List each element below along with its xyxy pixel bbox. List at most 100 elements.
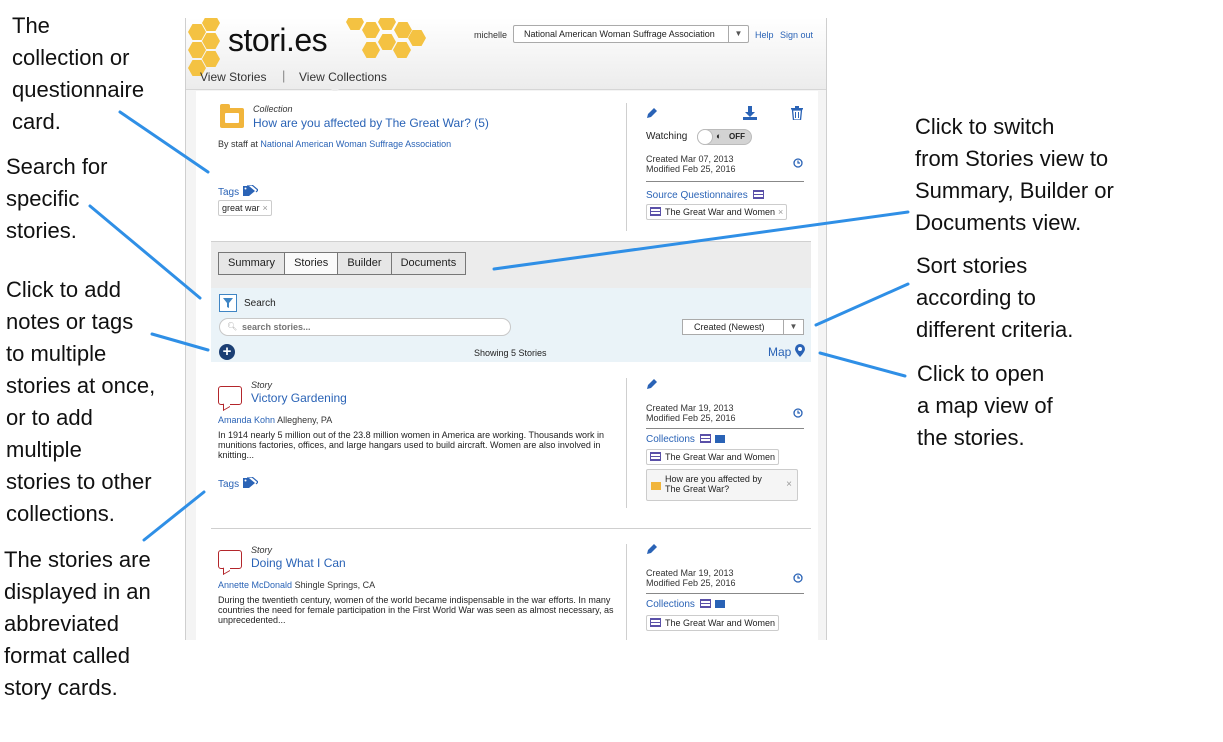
annotated-screenshot: The collection or questionnaire card. Se… (0, 0, 1223, 742)
annotation-line: notes or tags (6, 309, 134, 334)
map-pin-icon[interactable] (795, 344, 805, 357)
story-speech-icon (218, 550, 242, 569)
history-clock-icon[interactable] (793, 573, 803, 583)
main-content: Collection How are you affected by The G… (196, 91, 818, 640)
help-link[interactable]: Help (755, 30, 774, 40)
story-author-link[interactable]: Annette McDonald (218, 580, 292, 590)
annotation-line: Summary, Builder or (915, 178, 1114, 203)
edit-pencil-icon[interactable] (645, 377, 659, 391)
app-logo[interactable]: stori.es (228, 22, 328, 59)
annotation-line: specific (6, 186, 80, 211)
sort-select[interactable]: Created (Newest) ▼ (682, 319, 804, 335)
story-collections-label[interactable]: Collections (646, 434, 729, 445)
collection-tags-label[interactable]: Tags (218, 184, 259, 198)
tab-documents[interactable]: Documents (391, 253, 466, 274)
collections-label-text: Collections (646, 599, 695, 610)
honeycomb-decoration (362, 42, 380, 58)
history-clock-icon[interactable] (793, 408, 803, 418)
questionnaire-icon (699, 599, 711, 608)
edit-pencil-icon[interactable] (645, 106, 659, 120)
collection-org-link[interactable]: National American Woman Suffrage Associa… (260, 139, 451, 149)
annotation-line: The stories are (4, 547, 151, 572)
annotation-line: a map view of (917, 393, 1053, 418)
collections-label-text: Collections (646, 434, 695, 445)
honeycomb-decoration (378, 34, 396, 50)
remove-item-icon[interactable]: × (778, 207, 783, 217)
story-location: Allegheny, PA (277, 415, 333, 425)
honeycomb-decoration (408, 30, 426, 46)
tab-summary[interactable]: Summary (219, 253, 286, 274)
search-input[interactable] (219, 318, 511, 336)
annotation-line: card. (12, 109, 61, 134)
annotation-line: Documents view. (915, 210, 1082, 235)
remove-item-icon[interactable]: × (786, 480, 792, 490)
nav-view-stories[interactable]: View Stories (200, 70, 266, 84)
app-window: stori.es michelle National American Woma… (185, 18, 827, 640)
questionnaire-item-text[interactable]: The Great War and Women (665, 207, 775, 217)
story-byline: Amanda Kohn Allegheny, PA (218, 415, 332, 425)
download-icon[interactable] (742, 105, 758, 120)
modified-date: Modified Feb 25, 2016 (646, 164, 736, 174)
questionnaire-item-text[interactable]: The Great War and Women (665, 452, 775, 462)
created-date: Created Mar 19, 2013 (646, 403, 734, 413)
story-questionnaire-item: The Great War and Women (646, 449, 780, 465)
history-clock-icon[interactable] (793, 158, 803, 168)
trash-icon[interactable] (791, 106, 803, 120)
annotation-line: The (12, 13, 50, 38)
story-author-link[interactable]: Amanda Kohn (218, 415, 275, 425)
annotation-switch-view: Click to switch from Stories view to Sum… (915, 111, 1114, 239)
annotation-line: multiple (6, 437, 82, 462)
honeycomb-decoration (202, 33, 220, 49)
eye-off-icon: ◐ (716, 131, 722, 141)
source-questionnaires-label[interactable]: Source Questionnaires (646, 190, 768, 201)
source-label-text: Source Questionnaires (646, 190, 748, 201)
annotation-line: Sort stories (916, 253, 1028, 278)
questionnaire-item-text[interactable]: The Great War and Women (665, 618, 775, 628)
created-date: Created Mar 19, 2013 (646, 568, 734, 578)
annotation-search: Search for specific stories. (6, 151, 108, 247)
nav-view-collections[interactable]: View Collections (299, 70, 387, 84)
filter-button[interactable] (219, 294, 237, 312)
view-tab-bar: Summary Stories Builder Documents (211, 242, 811, 288)
honeycomb-decoration (188, 42, 206, 58)
tab-builder[interactable]: Builder (338, 253, 392, 274)
map-view-link[interactable]: Map (768, 345, 791, 359)
honeycomb-decoration (394, 22, 412, 38)
questionnaire-icon (650, 618, 661, 627)
tag-icon (242, 476, 259, 488)
story-title[interactable]: Doing What I Can (251, 556, 346, 570)
story-count: Showing 5 Stories (474, 348, 547, 358)
nav-separator: | (282, 68, 286, 83)
annotation-collection-card: The collection or questionnaire card. (12, 10, 144, 138)
toggle-state: OFF (729, 132, 745, 141)
collection-byline: By staff at National American Woman Suff… (218, 139, 451, 149)
sign-out-link[interactable]: Sign out (780, 30, 813, 40)
collection-item-text[interactable]: How are you affected by The Great War? (665, 474, 762, 494)
story-title[interactable]: Victory Gardening (251, 391, 347, 405)
tags-label-text: Tags (218, 479, 240, 490)
story-card: Story Victory Gardening Amanda Kohn Alle… (196, 363, 818, 529)
tag-text: great war (222, 203, 260, 213)
tag-icon (242, 184, 259, 196)
plus-icon: + (222, 343, 232, 360)
folder-icon (651, 482, 661, 490)
annotation-line: displayed in an (4, 579, 151, 604)
search-label: Search (244, 298, 276, 309)
story-collections-label[interactable]: Collections (646, 599, 729, 610)
story-tags-label[interactable]: Tags (218, 476, 259, 490)
sidebar-rule (646, 181, 804, 182)
organization-select[interactable]: National American Woman Suffrage Associa… (513, 25, 749, 43)
story-questionnaire-item: The Great War and Women (646, 615, 780, 631)
annotation-line: to multiple (6, 341, 107, 366)
card-divider (626, 103, 627, 231)
tab-stories[interactable]: Stories (285, 253, 339, 274)
story-speech-icon (218, 386, 242, 405)
annotation-line: stories to other (6, 469, 152, 494)
add-to-multiple-button[interactable]: + (219, 344, 235, 360)
watching-toggle[interactable]: ◐ OFF (697, 129, 752, 145)
collection-title[interactable]: How are you affected by The Great War? (… (253, 116, 489, 130)
annotation-line: Click to add (6, 277, 121, 302)
annotation-line: collections. (6, 501, 115, 526)
remove-tag-icon[interactable]: × (263, 203, 268, 213)
edit-pencil-icon[interactable] (645, 542, 659, 556)
